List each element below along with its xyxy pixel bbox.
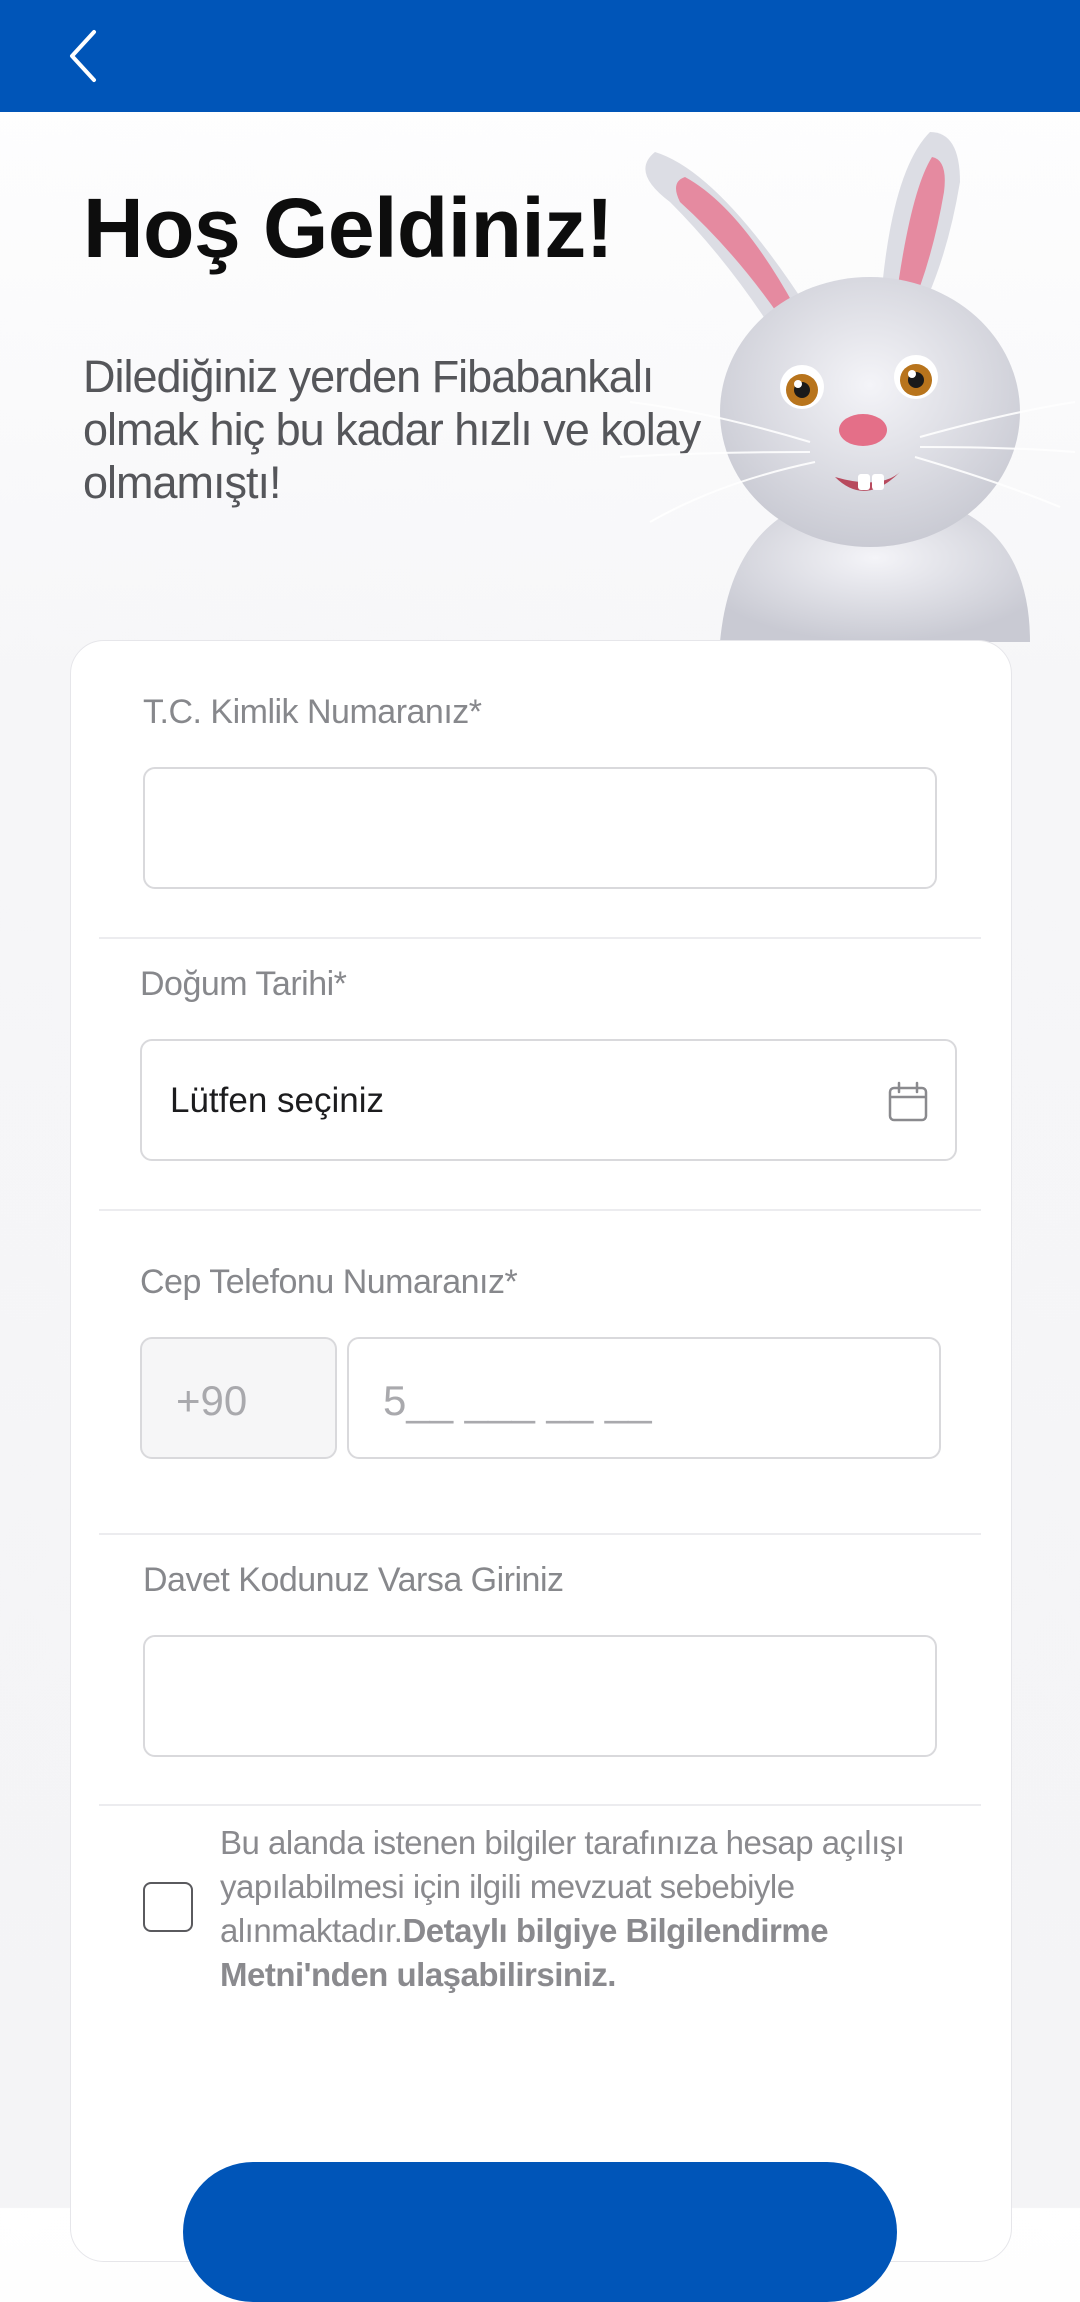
birth-date-picker[interactable]: Lütfen seçiniz <box>140 1039 957 1161</box>
consent-text: Bu alanda istenen bilgiler tarafınıza he… <box>220 1821 960 1997</box>
registration-form-card: T.C. Kimlik Numaranız* Doğum Tarihi* Lüt… <box>70 640 1012 2262</box>
chevron-left-icon <box>70 30 96 82</box>
continue-button[interactable] <box>183 2162 897 2302</box>
tc-kimlik-label: T.C. Kimlik Numaranız* <box>143 693 482 731</box>
phone-placeholder: 5__ ___ __ __ <box>383 1377 652 1424</box>
calendar-icon[interactable] <box>887 1081 929 1123</box>
divider <box>99 937 981 939</box>
invite-code-input[interactable] <box>143 1635 937 1757</box>
top-app-bar <box>0 0 1080 112</box>
phone-label: Cep Telefonu Numaranız* <box>140 1263 518 1301</box>
back-button[interactable] <box>52 22 120 90</box>
rabbit-mascot-image <box>619 132 1076 642</box>
consent-checkbox[interactable] <box>143 1882 193 1932</box>
birth-date-label: Doğum Tarihi* <box>140 965 347 1003</box>
divider <box>99 1804 981 1806</box>
divider <box>99 1533 981 1535</box>
phone-number-input[interactable]: 5__ ___ __ __ <box>347 1337 941 1459</box>
tc-kimlik-input[interactable] <box>143 767 937 889</box>
invite-code-label: Davet Kodunuz Varsa Giriniz <box>143 1561 564 1599</box>
page-title: Hoş Geldiniz! <box>83 181 614 275</box>
phone-country-code: +90 <box>140 1337 337 1459</box>
phone-prefix-value: +90 <box>176 1377 248 1424</box>
divider <box>99 1209 981 1211</box>
birth-date-value: Lütfen seçiniz <box>170 1081 385 1120</box>
